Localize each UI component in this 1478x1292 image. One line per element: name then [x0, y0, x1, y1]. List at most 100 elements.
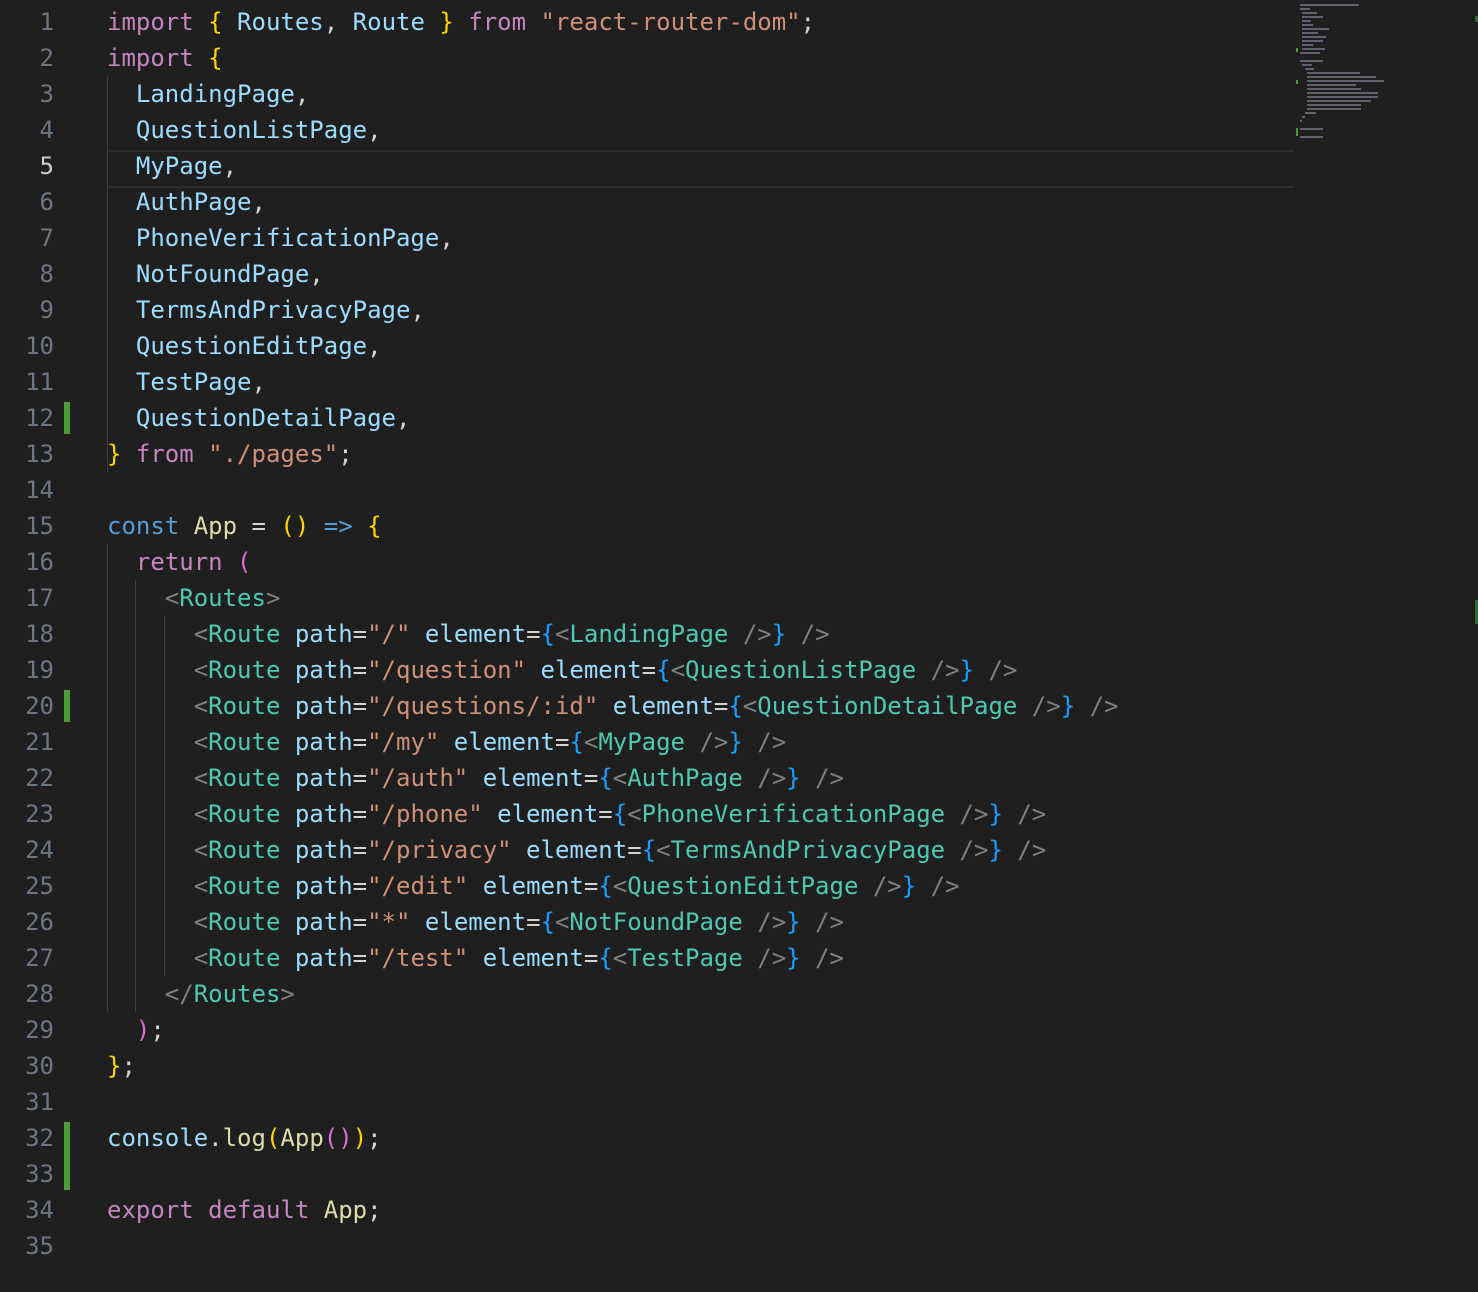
code-line[interactable]: QuestionDetailPage,: [107, 400, 411, 436]
code-line[interactable]: <Route path="*" element={<NotFoundPage /…: [107, 904, 844, 940]
code-line[interactable]: <Route path="/" element={<LandingPage />…: [107, 616, 830, 652]
code-token: =: [352, 764, 368, 792]
code-token: ,: [395, 404, 411, 432]
minimap-line: [1302, 64, 1312, 66]
minimap-line: [1307, 92, 1378, 94]
minimap-line: [1302, 20, 1311, 22]
code-token: ,: [323, 8, 353, 36]
line-number: 25: [25, 872, 54, 900]
code-line[interactable]: <Route path="/questions/:id" element={<Q…: [107, 688, 1119, 724]
code-token: NotFoundPage: [569, 908, 743, 936]
minimap-line: [1300, 52, 1321, 54]
code-token: >: [265, 584, 281, 612]
code-line[interactable]: <Routes>: [107, 580, 281, 616]
code-token: PhoneVerificationPage: [107, 224, 440, 252]
code-line[interactable]: NotFoundPage,: [107, 256, 324, 292]
minimap-line: [1307, 76, 1376, 78]
code-line[interactable]: <Route path="/privacy" element={<TermsAn…: [107, 832, 1047, 868]
code-token: <: [554, 620, 570, 648]
code-token: ;: [121, 1052, 136, 1080]
code-line[interactable]: QuestionListPage,: [107, 112, 382, 148]
code-token: element: [468, 872, 584, 900]
code-token: PhoneVerificationPage: [641, 800, 946, 828]
code-token: element: [511, 836, 628, 864]
line-number: 32: [25, 1124, 54, 1152]
line-number: 18: [25, 620, 54, 648]
code-token: element: [468, 764, 584, 792]
code-token: "/my": [367, 728, 440, 756]
git-change-indicator[interactable]: [64, 1122, 70, 1190]
code-line[interactable]: AuthPage,: [107, 184, 266, 220]
minimap-line: [1302, 40, 1323, 42]
code-line[interactable]: <Route path="/phone" element={<PhoneVeri…: [107, 796, 1047, 832]
code-line[interactable]: PhoneVerificationPage,: [107, 220, 454, 256]
code-token: />: [1002, 836, 1047, 864]
code-token: {: [656, 656, 671, 684]
code-line[interactable]: MyPage,: [107, 148, 237, 184]
code-token: MyPage: [107, 152, 223, 180]
code-token: element: [410, 620, 527, 648]
minimap[interactable]: [1296, 4, 1468, 154]
code-token: "/": [367, 620, 411, 648]
code-line[interactable]: <Route path="/auth" element={<AuthPage /…: [107, 760, 844, 796]
line-number: 8: [39, 260, 54, 288]
code-line[interactable]: export default App;: [107, 1192, 382, 1228]
code-token: element: [439, 728, 555, 756]
code-token: (): [280, 512, 310, 540]
code-token: <: [107, 728, 209, 756]
code-token: <: [107, 944, 209, 972]
line-number: 6: [39, 188, 54, 216]
code-line[interactable]: <Route path="/question" element={<Questi…: [107, 652, 1018, 688]
code-token: {: [598, 872, 613, 900]
code-token: QuestionListPage: [685, 656, 917, 684]
code-token: />: [974, 656, 1018, 684]
code-token: }: [107, 1052, 122, 1080]
git-change-indicator[interactable]: [64, 402, 70, 434]
code-token: =: [352, 728, 368, 756]
code-token: Routes: [193, 980, 281, 1008]
minimap-line: [1302, 48, 1326, 50]
code-token: Route: [208, 944, 281, 972]
indent-guide: [107, 76, 108, 472]
code-line[interactable]: <Route path="/my" element={<MyPage />} /…: [107, 724, 787, 760]
code-token: <: [107, 872, 209, 900]
code-token: LandingPage: [107, 80, 295, 108]
minimap-line: [1307, 104, 1362, 106]
code-editor[interactable]: 1 2 3 4 5 6 7 8 9 10 11 12 13 14 15 16 17 18 19 20 21 22 23 24 2…: [0, 0, 1478, 1292]
code-line[interactable]: <Route path="/test" element={<TestPage /…: [107, 940, 844, 976]
code-line[interactable]: import { Routes, Route } from "react-rou…: [107, 4, 815, 40]
code-line[interactable]: return (: [107, 544, 252, 580]
code-line[interactable]: } from "./pages";: [107, 436, 353, 472]
code-line[interactable]: TermsAndPrivacyPage,: [107, 292, 425, 328]
code-token: ;: [338, 440, 353, 468]
code-line[interactable]: <Route path="/edit" element={<QuestionEd…: [107, 868, 960, 904]
code-line[interactable]: );: [107, 1012, 165, 1048]
code-line[interactable]: QuestionEditPage,: [107, 328, 382, 364]
minimap-line: [1300, 136, 1323, 138]
code-token: />: [742, 728, 787, 756]
code-token: ,: [251, 368, 266, 396]
code-line[interactable]: LandingPage,: [107, 76, 309, 112]
code-token: "react-router-dom": [540, 8, 801, 36]
code-token: QuestionListPage: [107, 116, 368, 144]
code-token: <: [583, 728, 599, 756]
code-line[interactable]: import {: [107, 40, 223, 76]
code-token: }: [988, 800, 1003, 828]
code-token: element: [468, 944, 584, 972]
code-token: />: [742, 908, 787, 936]
code-token: Route: [208, 836, 281, 864]
code-area[interactable]: import { Routes, Route } from "react-rou…: [107, 0, 1294, 1292]
code-line[interactable]: console.log(App());: [107, 1120, 382, 1156]
code-line[interactable]: TestPage,: [107, 364, 266, 400]
minimap-line: [1307, 96, 1378, 98]
code-line[interactable]: };: [107, 1048, 136, 1084]
code-line[interactable]: const App = () => {: [107, 508, 382, 544]
indent-guide: [135, 580, 136, 1012]
line-number: 33: [25, 1160, 54, 1188]
git-change-indicator[interactable]: [64, 690, 70, 722]
code-token: path: [280, 800, 353, 828]
